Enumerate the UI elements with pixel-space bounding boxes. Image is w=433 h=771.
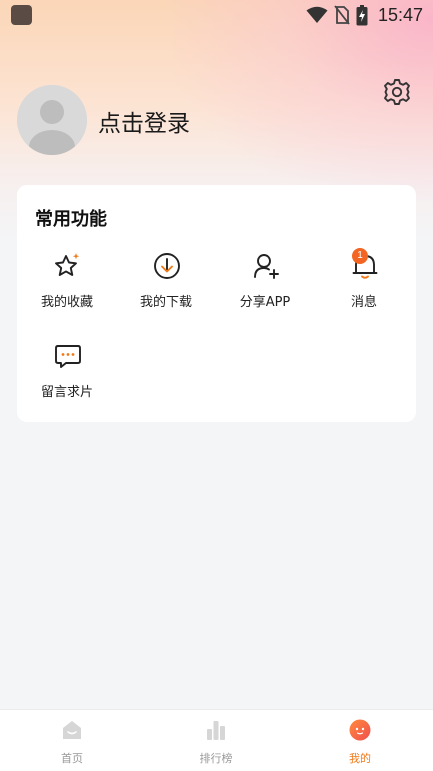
feature-label: 分享APP <box>239 295 291 310</box>
download-icon <box>154 253 180 279</box>
wifi-icon <box>306 6 328 23</box>
nav-label: 排行榜 <box>199 752 233 765</box>
no-sim-icon <box>334 5 350 25</box>
nav-label: 首页 <box>61 752 83 765</box>
login-link[interactable]: 点击登录 <box>98 104 190 138</box>
nav-ranking[interactable]: 排行榜 <box>166 710 266 771</box>
nav-label: 我的 <box>349 752 371 765</box>
app-notification-icon <box>11 5 32 25</box>
status-indicators: 15:47 <box>306 4 423 26</box>
bottom-navigation: 首页 排行榜 我的 <box>0 709 433 771</box>
card-title: 常用功能 <box>35 209 107 230</box>
feature-request-movie[interactable]: 留言求片 <box>22 341 112 411</box>
mine-face-icon <box>349 719 371 741</box>
nav-mine[interactable]: 我的 <box>310 710 410 771</box>
avatar[interactable] <box>17 85 87 155</box>
home-icon <box>63 721 81 739</box>
nav-home[interactable]: 首页 <box>22 710 122 771</box>
message-count-badge: 1 <box>352 248 368 264</box>
status-bar: 15:47 <box>0 0 433 30</box>
gear-icon <box>384 79 410 105</box>
ranking-icon <box>207 721 225 740</box>
feature-downloads[interactable]: 我的下载 <box>121 251 211 321</box>
star-sparkle-icon <box>55 253 80 276</box>
feature-label: 留言求片 <box>40 385 93 400</box>
feature-label: 我的下载 <box>139 295 192 310</box>
feature-label: 我的收藏 <box>40 295 93 310</box>
chat-bubble-icon <box>55 345 81 368</box>
default-avatar-icon <box>17 85 87 155</box>
common-features-card: 常用功能 我的收藏 我的下载 分享APP 消息 留言求片 <box>17 185 416 422</box>
status-time: 15:47 <box>377 4 423 25</box>
feature-favorites[interactable]: 我的收藏 <box>22 251 112 321</box>
add-user-icon <box>254 254 279 279</box>
feature-share-app[interactable]: 分享APP <box>220 251 310 321</box>
feature-label: 消息 <box>350 295 377 310</box>
settings-button[interactable] <box>382 77 412 107</box>
battery-charging-icon <box>356 4 368 25</box>
